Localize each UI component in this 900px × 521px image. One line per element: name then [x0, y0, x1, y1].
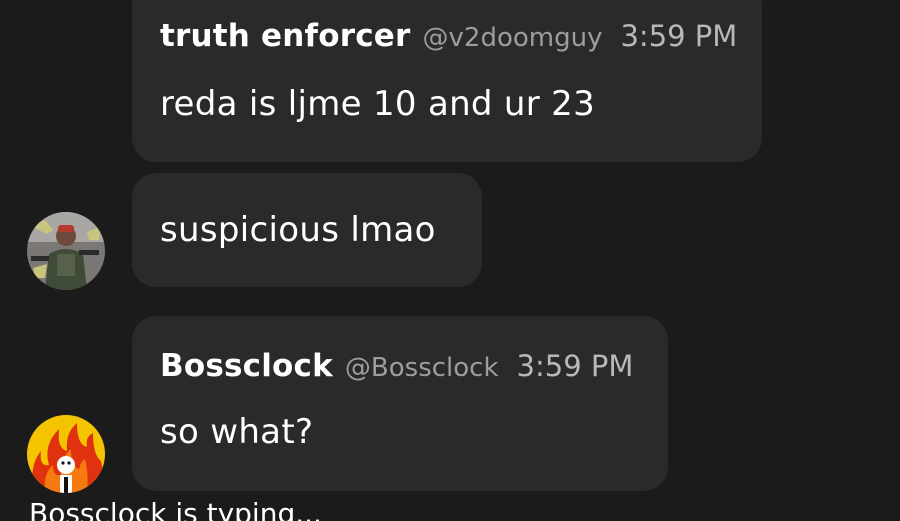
message-text: so what? [160, 412, 314, 452]
author-name[interactable]: truth enforcer [160, 18, 411, 54]
message-text: reda is ljme 10 and ur 23 [160, 84, 596, 124]
author-handle[interactable]: @Bossclock [345, 353, 499, 383]
message-header: Bossclock @Bossclock 3:59 PM [160, 348, 633, 384]
message-timestamp: 3:59 PM [620, 19, 738, 53]
message-header: truth enforcer @v2doomguy 3:59 PM [160, 18, 737, 54]
message-timestamp: 3:59 PM [516, 349, 634, 383]
fire-avatar-icon[interactable] [27, 415, 105, 493]
message-bubble[interactable]: truth enforcer @v2doomguy 3:59 PM reda i… [132, 0, 762, 162]
author-name[interactable]: Bossclock [160, 348, 333, 384]
message-text: suspicious lmao [160, 210, 436, 250]
chat-window: truth enforcer @v2doomguy 3:59 PM reda i… [0, 0, 900, 521]
message-bubble[interactable]: Bossclock @Bossclock 3:59 PM so what? [132, 316, 668, 491]
typing-indicator: Bossclock is typing... [29, 497, 322, 521]
message-bubble[interactable]: suspicious lmao [132, 173, 482, 287]
author-handle[interactable]: @v2doomguy [423, 23, 603, 53]
soldier-avatar-icon[interactable] [27, 212, 105, 290]
